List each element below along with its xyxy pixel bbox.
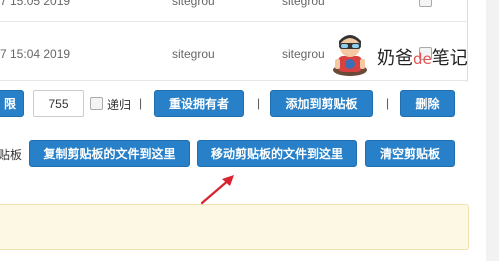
separator: | [386,96,390,110]
file-group: sitegrou [282,0,325,8]
file-select-checkbox[interactable] [419,0,432,7]
file-date: 7 15:05 2019 [0,0,71,8]
watermark-text-suffix: 笔记 [431,48,468,69]
file-owner: sitegrou [172,47,215,61]
reset-owner-button[interactable]: 重设拥有者 [154,90,244,117]
add-to-clipboard-button[interactable]: 添加到剪贴板 [270,90,373,117]
clipboard-label: 贴板 [0,148,23,162]
copy-clipboard-here-button[interactable]: 复制剪贴板的文件到这里 [29,140,190,167]
file-owner: sitegrou [172,0,215,8]
file-date: 7 15:04 2019 [0,47,71,61]
set-permission-button[interactable]: 限 [0,90,24,117]
pointer-arrow-icon [200,175,234,205]
separator: | [139,96,143,110]
delete-button[interactable]: 删除 [400,90,455,117]
file-group: sitegrou [282,47,325,61]
watermark-text-prefix: 奶爸 [377,48,413,69]
file-row: 7 15:05 2019 sitegrou sitegrou [0,0,468,22]
mascot-icon [333,35,367,76]
recursive-checkbox[interactable] [90,97,103,110]
recursive-label: 递归 [107,98,132,112]
clear-clipboard-button[interactable]: 清空剪贴板 [365,140,455,167]
watermark-logo: 奶爸de笔记 [325,30,495,78]
watermark-text-de: de [413,50,432,68]
notice-box [0,204,469,250]
move-clipboard-here-button[interactable]: 移动剪贴板的文件到这里 [197,140,357,167]
watermark-text: 奶爸de笔记 [377,44,468,70]
permission-input[interactable] [33,90,84,117]
separator: | [257,96,261,110]
